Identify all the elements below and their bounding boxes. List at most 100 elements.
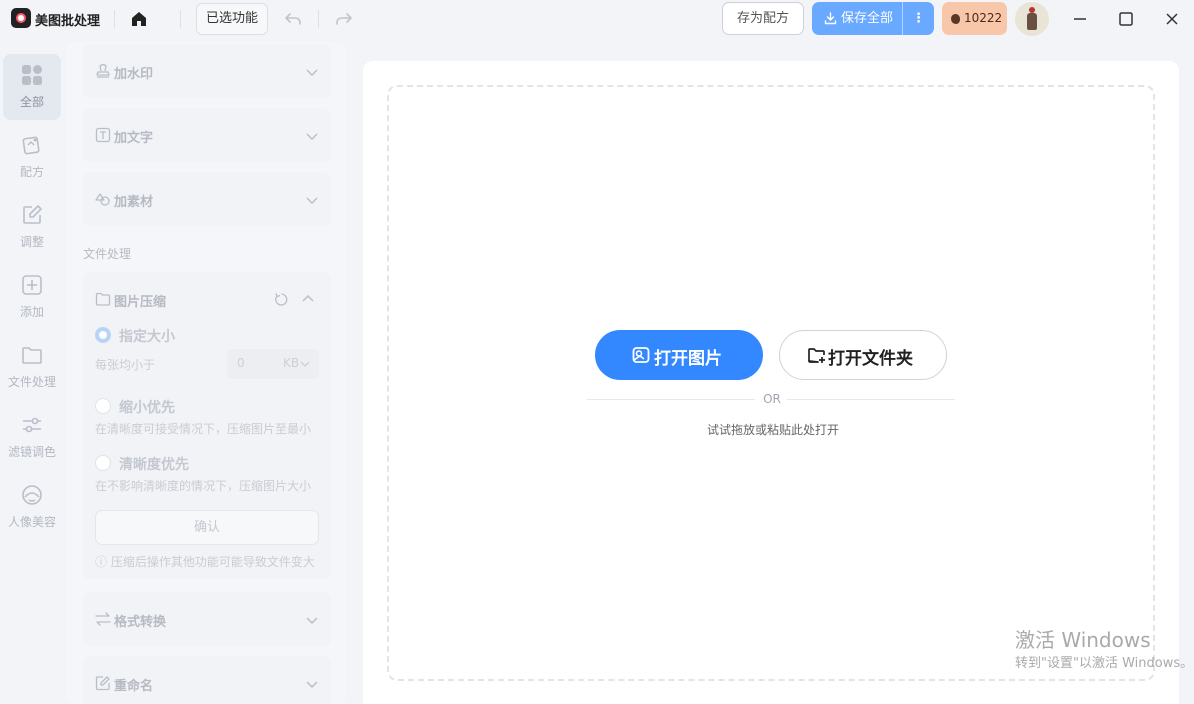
- radio-clarity-first[interactable]: [95, 455, 111, 471]
- compress-warning: ⓘ 压缩后操作其他功能可能导致文件变大: [95, 555, 315, 569]
- chevron-down-icon: [300, 361, 310, 367]
- open-image-button[interactable]: 打开图片: [595, 330, 763, 380]
- face-icon: [22, 485, 42, 505]
- section-title: 加文字: [114, 131, 154, 146]
- option-desc: 在不影响清晰度的情况下，压缩图片大小: [95, 479, 312, 493]
- chevron-down-icon: [306, 681, 318, 689]
- function-panel: 加水印 加文字 加素材 文件处理 图片压缩 指定大小 每张均小于 0 KB 缩小…: [67, 42, 347, 704]
- rail-item-add[interactable]: 添加: [3, 264, 61, 330]
- shapes-icon: [95, 193, 110, 206]
- recipe-images-icon: [22, 136, 40, 155]
- section-title: 加水印: [114, 67, 154, 82]
- app-logo-icon: [11, 8, 31, 28]
- size-value: 0: [237, 356, 245, 370]
- chevron-down-icon: [306, 69, 318, 77]
- rail-item-label: 添加: [19, 305, 44, 319]
- open-folder-button[interactable]: 打开文件夹: [779, 330, 947, 380]
- compress-section: 图片压缩 指定大小 每张均小于 0 KB 缩小优先 在清晰度可接受情况下，压缩图…: [83, 272, 331, 579]
- rail-item-label: 滤镜调色: [7, 445, 56, 459]
- add-text-section[interactable]: 加文字: [83, 108, 331, 162]
- chevron-up-icon[interactable]: [301, 292, 315, 306]
- image-icon: [632, 347, 650, 363]
- title-bar: 美图批处理 已选功能 存为配方 保存全部 ⋮ 10222: [0, 0, 1194, 38]
- sliders-icon: [23, 417, 41, 433]
- open-folder-label: 打开文件夹: [828, 349, 913, 369]
- rail-item-adjust[interactable]: 调整: [3, 194, 61, 260]
- add-material-section[interactable]: 加素材: [83, 172, 331, 226]
- format-convert-section[interactable]: 格式转换: [83, 592, 331, 646]
- save-all-more-button[interactable]: ⋮: [902, 2, 934, 35]
- swap-icon: [95, 612, 111, 626]
- folder-add-icon: [808, 348, 825, 363]
- confirm-button[interactable]: 确认: [95, 510, 319, 545]
- rename-section[interactable]: 重命名: [83, 656, 331, 704]
- option-desc: 在清晰度可接受情况下，压缩图片至最小: [95, 422, 312, 436]
- open-image-label: 打开图片: [654, 349, 722, 369]
- drop-hint: 试试拖放或粘贴此处打开: [706, 423, 839, 437]
- category-rail: 全部 配方 调整 添加 文件处理 滤镜调色 人像美容: [0, 42, 64, 704]
- rail-item-label: 文件处理: [7, 375, 56, 389]
- option-desc: 每张均小于: [95, 358, 156, 372]
- close-icon[interactable]: [1161, 8, 1183, 30]
- save-all-group: 保存全部 ⋮: [812, 2, 934, 35]
- redo-icon[interactable]: [334, 9, 354, 29]
- size-unit: KB: [283, 356, 300, 370]
- grid-icon: [22, 65, 42, 85]
- selected-functions-button[interactable]: 已选功能: [196, 3, 268, 35]
- folder-icon: [22, 347, 42, 364]
- rail-item-label: 全部: [19, 95, 44, 109]
- rename-icon: [95, 676, 110, 691]
- undo-icon[interactable]: [283, 9, 303, 29]
- section-title: 加素材: [114, 195, 154, 210]
- rail-item-label: 调整: [19, 235, 44, 249]
- rail-item-all[interactable]: 全部: [3, 54, 61, 120]
- file-section-label: 文件处理: [83, 247, 132, 261]
- add-square-icon: [22, 275, 42, 295]
- bean-icon: [951, 14, 960, 24]
- rail-item-label: 人像美容: [7, 515, 56, 529]
- activation-watermark-subtitle: 转到"设置"以激活 Windows。: [1015, 656, 1194, 671]
- minimize-icon[interactable]: [1069, 8, 1091, 30]
- section-title: 格式转换: [114, 615, 167, 630]
- section-title: 重命名: [114, 679, 154, 694]
- stamp-icon: [96, 63, 110, 78]
- save-recipe-button[interactable]: 存为配方: [722, 2, 804, 35]
- divider: [787, 399, 955, 400]
- save-all-button[interactable]: 保存全部: [812, 2, 902, 35]
- size-input[interactable]: 0 KB: [227, 349, 319, 379]
- divider: [318, 10, 319, 28]
- main-canvas: 打开图片 打开文件夹 OR 试试拖放或粘贴此处打开: [363, 61, 1179, 704]
- divider: [180, 10, 181, 28]
- rail-item-file-processing[interactable]: 文件处理: [3, 334, 61, 400]
- section-title: 图片压缩: [114, 295, 167, 310]
- watermark-section[interactable]: 加水印: [83, 44, 331, 98]
- divider: [587, 399, 755, 400]
- home-icon[interactable]: [128, 8, 150, 30]
- maximize-icon[interactable]: [1115, 8, 1137, 30]
- edit-icon: [23, 205, 42, 224]
- reset-icon[interactable]: [274, 292, 289, 307]
- option-title: 清晰度优先: [119, 457, 189, 473]
- chevron-down-icon: [306, 617, 318, 625]
- option-title: 缩小优先: [119, 400, 175, 416]
- chevron-down-icon: [306, 197, 318, 205]
- or-separator: OR: [763, 392, 781, 406]
- radio-specify-size[interactable]: [95, 327, 111, 343]
- avatar[interactable]: [1015, 2, 1049, 36]
- points-count: 10222: [964, 11, 1003, 25]
- app-title: 美图批处理: [35, 14, 101, 29]
- rail-item-beauty[interactable]: 人像美容: [3, 474, 61, 540]
- rail-item-filter[interactable]: 滤镜调色: [3, 404, 61, 470]
- folder-icon: [95, 292, 111, 306]
- points-badge[interactable]: 10222: [942, 2, 1007, 35]
- save-all-label: 保存全部: [841, 11, 894, 26]
- drop-zone[interactable]: 打开图片 打开文件夹 OR 试试拖放或粘贴此处打开: [387, 85, 1155, 681]
- download-icon: [824, 12, 837, 25]
- rail-item-label: 配方: [19, 165, 44, 179]
- text-icon: [95, 127, 111, 143]
- option-title: 指定大小: [119, 329, 175, 345]
- radio-size-first[interactable]: [95, 398, 111, 414]
- rail-item-recipe[interactable]: 配方: [3, 124, 61, 190]
- chevron-down-icon: [306, 133, 318, 141]
- divider: [114, 10, 115, 28]
